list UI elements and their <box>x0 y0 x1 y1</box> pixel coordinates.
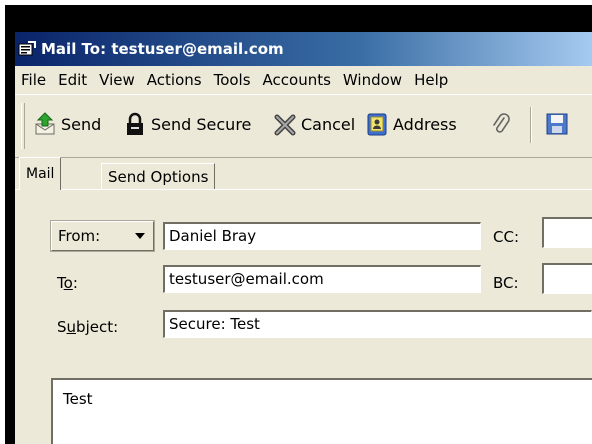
cc-label: CC: <box>493 228 520 246</box>
attach-button[interactable] <box>489 109 517 139</box>
window-title: Mail To: testuser@email.com <box>41 40 284 58</box>
compose-window: Mail To: testuser@email.com File Edit Vi… <box>15 32 592 444</box>
send-secure-button[interactable]: Send Secure <box>123 109 251 139</box>
menu-help[interactable]: Help <box>408 71 454 89</box>
menu-edit[interactable]: Edit <box>52 71 93 89</box>
toolbar-separator <box>530 107 532 143</box>
from-dropdown[interactable]: From: <box>50 220 155 252</box>
menu-tools[interactable]: Tools <box>208 71 257 89</box>
menu-file[interactable]: File <box>15 71 52 89</box>
tab-send-options[interactable]: Send Options <box>101 163 216 190</box>
send-label: Send <box>61 114 102 134</box>
lock-icon <box>123 112 147 136</box>
tab-mail-label: Mail <box>26 166 55 182</box>
save-button[interactable] <box>545 109 573 139</box>
toolbar-grip[interactable] <box>21 103 25 149</box>
tab-strip: Mail Send Options <box>15 156 592 190</box>
screenshot-frame: Mail To: testuser@email.com File Edit Vi… <box>5 5 592 444</box>
cancel-icon <box>273 112 297 136</box>
cc-field[interactable] <box>542 217 592 248</box>
address-book-icon <box>365 112 389 136</box>
cancel-label: Cancel <box>301 114 356 134</box>
from-field[interactable]: Daniel Bray <box>163 222 481 250</box>
subject-field[interactable]: Secure: Test <box>163 310 592 338</box>
to-label: To: <box>57 274 78 292</box>
toolbar: Send Send Secure Cancel Address <box>15 94 592 158</box>
to-field[interactable]: testuser@email.com <box>163 265 481 293</box>
send-icon <box>33 112 57 136</box>
compose-mail-icon <box>18 41 36 57</box>
address-button[interactable]: Address <box>365 109 457 139</box>
menu-actions[interactable]: Actions <box>141 71 208 89</box>
send-secure-label: Send Secure <box>151 114 252 134</box>
subject-label: Subject: <box>57 318 119 336</box>
from-label: From: <box>58 227 101 245</box>
address-label: Address <box>393 114 457 134</box>
bc-label: BC: <box>493 274 519 292</box>
tab-send-options-label: Send Options <box>108 168 209 186</box>
menu-bar: File Edit View Actions Tools Accounts Wi… <box>15 66 592 94</box>
send-button[interactable]: Send <box>33 109 101 139</box>
paperclip-icon <box>489 112 513 136</box>
cancel-button[interactable]: Cancel <box>273 109 355 139</box>
menu-accounts[interactable]: Accounts <box>257 71 337 89</box>
tab-mail[interactable]: Mail <box>19 157 62 190</box>
save-icon <box>545 112 569 136</box>
bc-field[interactable] <box>542 263 592 294</box>
chevron-down-icon <box>135 233 145 239</box>
menu-window[interactable]: Window <box>337 71 408 89</box>
mail-tab-panel: From: Daniel Bray CC: To: testuser@email… <box>15 189 592 444</box>
message-body[interactable]: Test <box>51 378 592 444</box>
menu-view[interactable]: View <box>93 71 141 89</box>
title-bar[interactable]: Mail To: testuser@email.com <box>15 32 592 66</box>
